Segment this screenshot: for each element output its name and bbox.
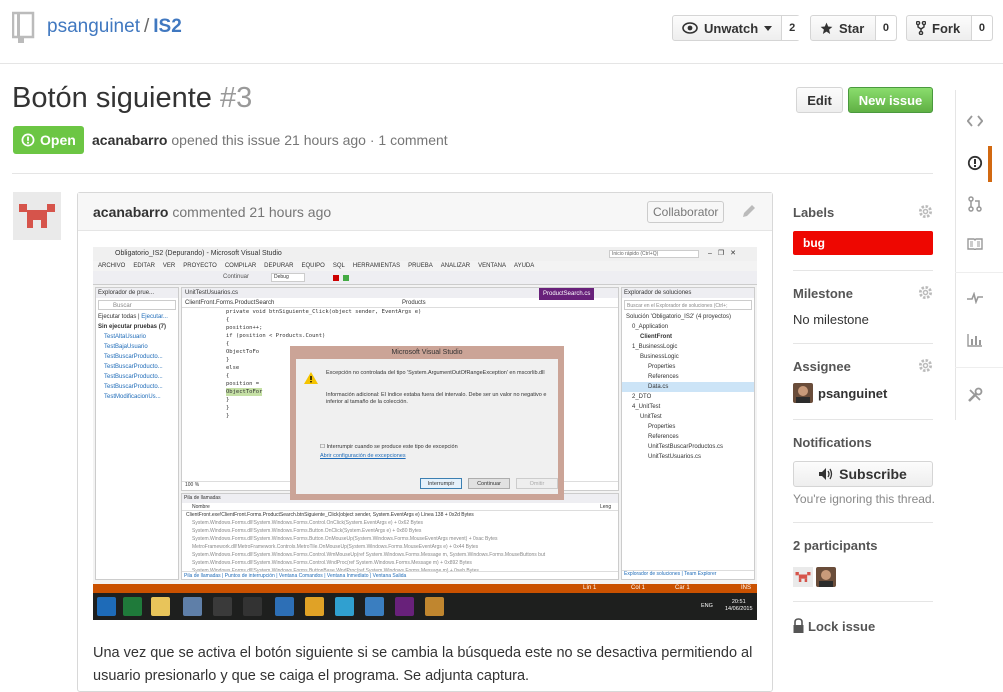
header-divider [0, 63, 1003, 64]
ignoring-text: You're ignoring this thread. [793, 492, 935, 506]
star-icon [820, 22, 833, 34]
pulse-icon[interactable] [963, 286, 987, 310]
vs-solution-explorer: Explorador de soluciones Buscar en el Ex… [621, 287, 755, 580]
vs-window-controls: –❐✕ [708, 250, 743, 257]
issue-meta: acanabarro opened this issue 21 hours ag… [92, 132, 448, 148]
edit-button[interactable]: Edit [796, 87, 843, 113]
issue-author-link[interactable]: acanabarro [92, 132, 167, 148]
subscribe-label: Subscribe [839, 466, 907, 482]
watch-count[interactable]: 2 [781, 16, 803, 40]
milestone-heading: Milestone [793, 286, 853, 301]
wiki-icon[interactable] [963, 232, 987, 256]
attached-screenshot[interactable]: Obligatorio_IS2 (Depurando) - Microsoft … [93, 247, 757, 620]
warning-icon [304, 372, 318, 386]
caret-down-icon [764, 25, 773, 31]
vs-call-stack: Pila de llamadas Nombre Leng ClientFront.… [181, 493, 619, 580]
fork-count[interactable]: 0 [970, 16, 992, 40]
vs-toolbar: Continuar Debug [93, 271, 757, 285]
comment-count: 1 comment [378, 132, 448, 148]
status-badge: Open [13, 126, 84, 154]
pull-request-icon[interactable] [963, 192, 987, 216]
comment-author-line: acanabarro commented 21 hours ago [93, 204, 331, 220]
sidebar-divider [793, 601, 933, 602]
sidebar-divider [793, 419, 933, 420]
subscribe-button[interactable]: Subscribe [793, 461, 933, 487]
issue-opened-icon [21, 133, 35, 147]
issue-title: Botón siguiente #3 [12, 82, 252, 115]
repo-title: psanguinet / IS2 [47, 16, 182, 38]
star-button[interactable]: Star 0 [810, 15, 897, 41]
lock-icon [793, 618, 804, 636]
vs-status-bar: Lín 1 Col 1 Car 1 INS [93, 584, 757, 593]
comment-action[interactable]: commented 21 hours ago [172, 204, 331, 220]
vs-menu: ARCHIVO EDITAR VER PROYECTO COMPILAR DEPURAR E… [98, 263, 535, 269]
milestone-gear-icon[interactable] [918, 285, 933, 303]
repo-separator: / [143, 16, 150, 37]
participant-avatar[interactable] [793, 567, 813, 587]
comment-body: Una vez que se activa el botón siguiente… [93, 645, 753, 684]
repo-nav-divider [955, 272, 1003, 273]
sidebar-divider [793, 270, 933, 271]
status-label: Open [40, 132, 76, 148]
issue-title-text: Botón siguiente [12, 82, 212, 114]
assignee-name[interactable]: psanguinet [818, 386, 887, 401]
settings-tools-icon[interactable] [963, 383, 987, 407]
assignee-gear-icon[interactable] [918, 358, 933, 376]
repo-nav-divider [955, 367, 1003, 368]
vs-exception-dialog: Microsoft Visual Studio Excepción no con… [290, 346, 564, 500]
comment-author-link[interactable]: acanabarro [93, 204, 168, 220]
lock-issue-link[interactable]: Lock issue [808, 619, 875, 634]
watch-button[interactable]: Unwatch 2 [672, 15, 803, 41]
comment-avatar[interactable] [13, 192, 61, 240]
vs-window-title: Obligatorio_IS2 (Depurando) - Microsoft … [93, 247, 757, 261]
collaborator-badge: Collaborator [647, 201, 725, 223]
meta-divider [12, 173, 933, 174]
vs-test-explorer: Explorador de prue... Buscar Ejecutar to… [95, 287, 179, 580]
pencil-icon[interactable] [741, 203, 757, 222]
active-nav-indicator [988, 146, 992, 182]
milestone-value: No milestone [793, 312, 869, 327]
notifications-heading: Notifications [793, 435, 872, 450]
participants-heading: 2 participants [793, 538, 878, 553]
sidebar-divider [793, 343, 933, 344]
vs-quick-launch: Inicio rápido (Ctrl+Q) [609, 250, 699, 258]
fork-icon [916, 21, 926, 35]
issue-number: #3 [220, 82, 253, 114]
repo-name-link[interactable]: IS2 [153, 16, 182, 37]
labels-heading: Labels [793, 205, 835, 220]
speaker-icon [819, 468, 833, 480]
eye-icon [682, 22, 698, 34]
repo-owner-link[interactable]: psanguinet [47, 16, 140, 37]
assignee-avatar[interactable] [793, 383, 813, 403]
code-icon[interactable] [963, 109, 987, 133]
star-label: Star [839, 20, 865, 36]
fork-label: Fork [932, 20, 961, 36]
meta-dot: · [369, 132, 375, 148]
graphs-icon[interactable] [963, 328, 987, 352]
labels-gear-icon[interactable] [918, 204, 933, 222]
assignee-heading: Assignee [793, 359, 851, 374]
new-issue-button[interactable]: New issue [848, 87, 933, 113]
issue-opened-text: opened this issue 21 hours ago [171, 132, 366, 148]
label-bug[interactable]: bug [793, 231, 933, 255]
fork-button[interactable]: Fork 0 [906, 15, 993, 41]
windows-taskbar: ENG 20:51 14/06/2015 [93, 593, 757, 620]
issues-icon[interactable] [963, 151, 987, 175]
repo-icon [11, 11, 36, 43]
participant-avatar[interactable] [816, 567, 836, 587]
star-count[interactable]: 0 [874, 16, 896, 40]
watch-label: Unwatch [704, 20, 759, 36]
sidebar-divider [793, 522, 933, 523]
